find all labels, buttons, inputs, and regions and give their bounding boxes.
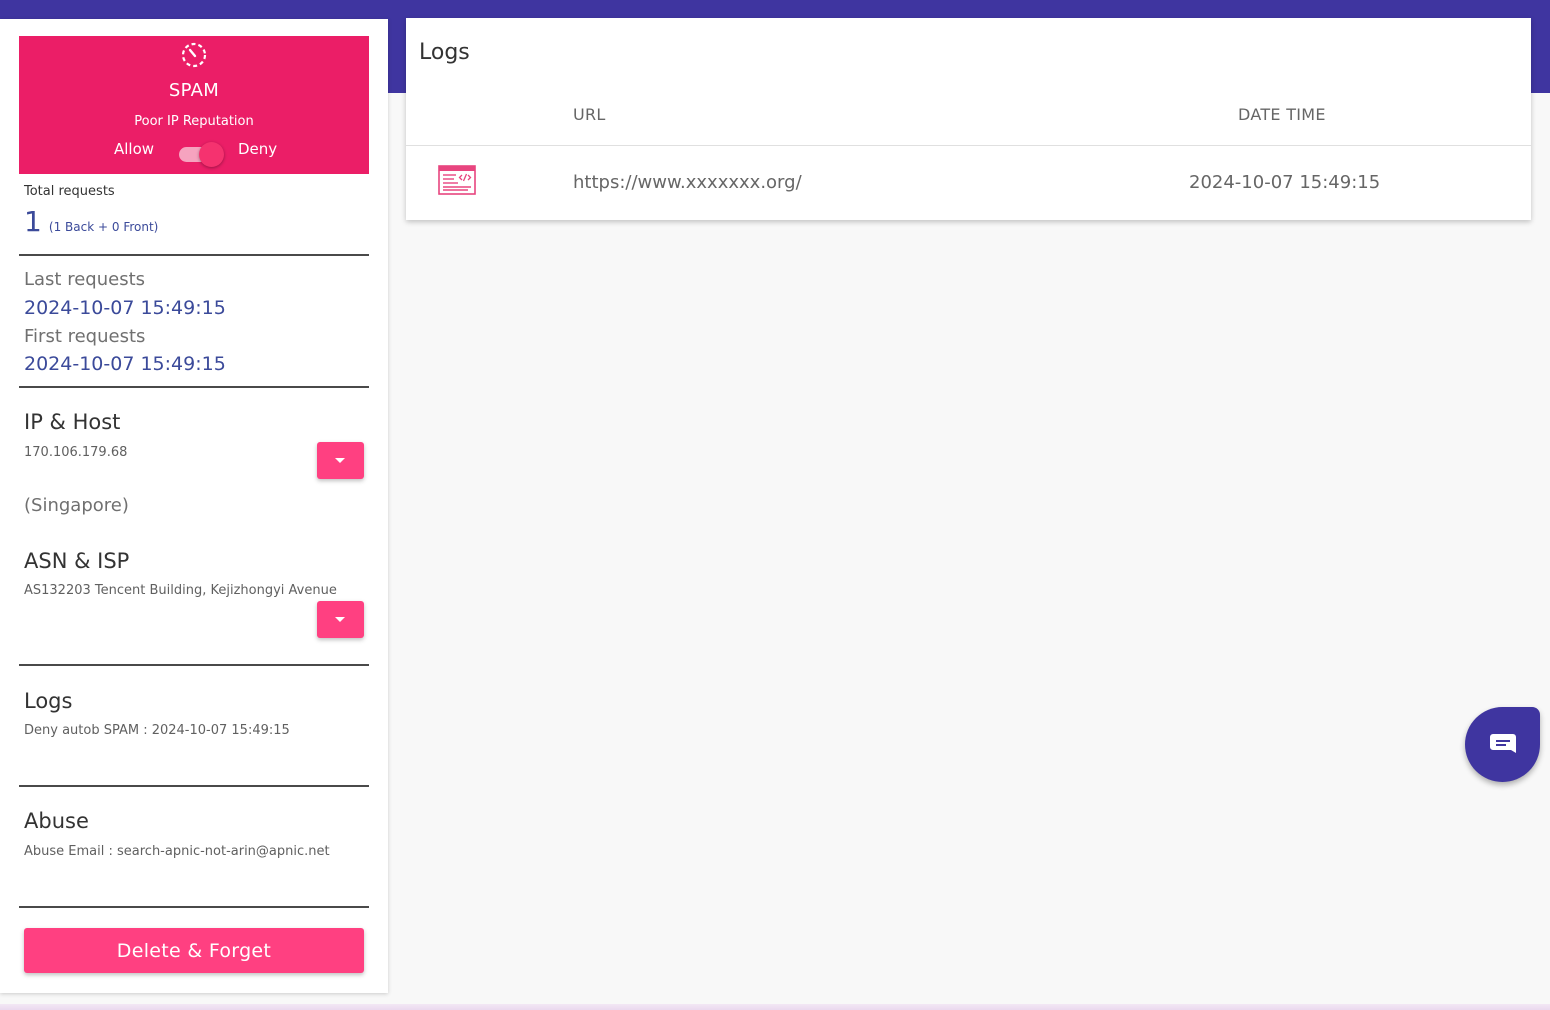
- first-requests-value: 2024-10-07 15:49:15: [24, 353, 226, 375]
- last-requests-value: 2024-10-07 15:49:15: [24, 297, 226, 319]
- divider: [19, 785, 369, 787]
- abuse-email: Abuse Email : search-apnic-not-arin@apni…: [24, 844, 330, 859]
- asn-isp-value: AS132203 Tencent Building, Kejizhongyi A…: [24, 583, 337, 598]
- log-row-url[interactable]: https://www.xxxxxxx.org/: [573, 172, 802, 193]
- allow-label: Allow: [114, 140, 155, 158]
- abuse-title: Abuse: [24, 809, 89, 833]
- caret-down-icon: [335, 617, 345, 622]
- total-requests-value: 1 (1 Back + 0 Front): [24, 205, 158, 238]
- total-requests-breakdown: (1 Back + 0 Front): [48, 220, 159, 234]
- total-requests-count: 1: [24, 205, 42, 238]
- first-requests-label: First requests: [24, 326, 146, 347]
- chat-bubble-icon: [1490, 734, 1516, 753]
- chat-button[interactable]: [1465, 707, 1540, 782]
- table-row-divider: [406, 145, 1531, 146]
- asn-isp-dropdown-button[interactable]: [317, 601, 364, 638]
- side-logs-entry: Deny autob SPAM : 2024-10-07 15:49:15: [24, 723, 290, 738]
- divider: [19, 906, 369, 908]
- asn-isp-title: ASN & ISP: [24, 549, 130, 573]
- logs-table-title: Logs: [419, 40, 470, 65]
- logs-table-card: Logs URL DATE TIME https://www.xxxxxxx.o…: [406, 18, 1531, 220]
- column-header-datetime: DATE TIME: [1238, 105, 1326, 124]
- divider: [19, 254, 369, 256]
- ip-country: (Singapore): [24, 495, 129, 516]
- divider: [19, 664, 369, 666]
- timer-icon: [181, 42, 207, 68]
- toggle-knob: [199, 142, 224, 167]
- allow-deny-toggle[interactable]: [177, 142, 225, 167]
- status-subtitle: Poor IP Reputation: [134, 114, 254, 129]
- bottom-strip: [0, 1004, 1550, 1010]
- status-title: SPAM: [168, 80, 220, 101]
- delete-forget-button[interactable]: Delete & Forget: [24, 928, 364, 973]
- allow-deny-row: Allow Deny: [19, 140, 369, 167]
- log-row-datetime: 2024-10-07 15:49:15: [1189, 172, 1381, 193]
- last-requests-label: Last requests: [24, 269, 146, 290]
- ip-address: 170.106.179.68: [24, 445, 128, 460]
- ip-host-dropdown-button[interactable]: [317, 442, 364, 479]
- caret-down-icon: [335, 458, 345, 463]
- web-code-icon: [438, 165, 476, 195]
- column-header-url: URL: [573, 105, 606, 124]
- status-panel: SPAM Poor IP Reputation Allow Deny: [19, 36, 369, 174]
- divider: [19, 386, 369, 388]
- total-requests-label: Total requests: [24, 184, 115, 199]
- side-logs-title: Logs: [24, 689, 73, 713]
- ip-host-title: IP & Host: [24, 410, 121, 434]
- ip-detail-card: SPAM Poor IP Reputation Allow Deny Total…: [0, 19, 388, 993]
- deny-label: Deny: [238, 140, 278, 158]
